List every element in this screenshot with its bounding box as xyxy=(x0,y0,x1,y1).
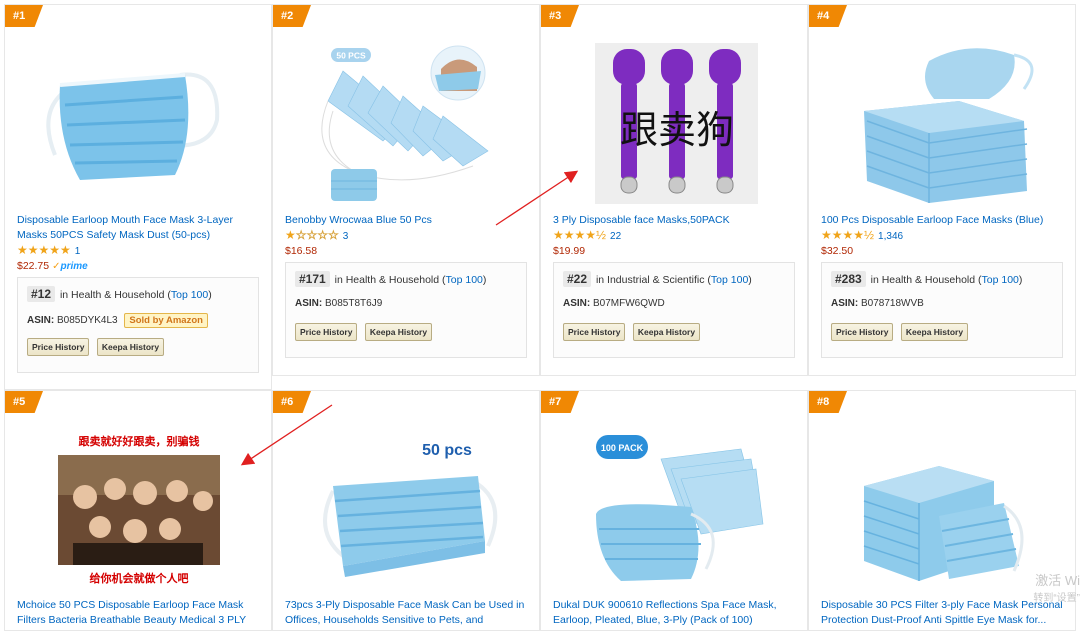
stats-box: #22 in Industrial & Scientific (Top 100)… xyxy=(553,262,795,358)
asin-line: ASIN: B07MFW6QWD xyxy=(563,298,665,309)
mask-pack-image[interactable]: 100 PACK xyxy=(541,429,807,591)
product-grid: #1 Disposable Earloop Mouth Face Mask 3-… xyxy=(0,0,1080,631)
rating-row: ★★★★½ 1,346 xyxy=(821,228,903,242)
product-title[interactable]: 100 Pcs Disposable Earloop Face Masks (B… xyxy=(821,213,1063,228)
blue-surgical-mask-image[interactable] xyxy=(5,45,271,195)
review-count[interactable]: 1,346 xyxy=(878,231,903,242)
price: $32.50 xyxy=(821,245,854,257)
product-card[interactable]: #3 跟卖狗 3 Ply Disposable face Masks,50PAC… xyxy=(540,4,808,376)
product-title[interactable]: Benobby Wrocwaa Blue 50 Pcs xyxy=(285,213,527,228)
product-title[interactable]: 3 Ply Disposable face Masks,50PACK xyxy=(553,213,795,228)
asin-value: B085DYK4L3 xyxy=(57,315,118,326)
rating-row: ★☆☆☆☆ 3 xyxy=(285,228,349,243)
product-title[interactable]: Disposable 30 PCS Filter 3-ply Face Mask… xyxy=(821,598,1063,628)
price: $16.58 xyxy=(285,245,318,257)
top100-link[interactable]: Top 100 xyxy=(446,274,483,286)
rank-tag: #1 xyxy=(5,5,43,27)
star-rating: ★★★★½ xyxy=(553,228,607,242)
image-bottom-text: 给你机会就做个人吧 xyxy=(90,571,189,585)
keepa-history-button[interactable]: Keepa History xyxy=(364,323,433,341)
sales-rank: #283 in Health & Household (Top 100) xyxy=(831,271,1053,289)
star-rating: ★☆☆☆☆ xyxy=(285,228,339,243)
purple-wand-image[interactable]: 跟卖狗 xyxy=(541,43,807,205)
image-top-text: 跟卖就好好跟卖，别骗钱 xyxy=(79,434,200,448)
price-history-button[interactable]: Price History xyxy=(831,323,894,341)
image-label: 50 PCS xyxy=(336,51,366,61)
product-card[interactable]: #5 跟卖就好好跟卖，别骗钱 给你机会就做个人吧 Mchoice 50 PCS … xyxy=(4,390,272,631)
price-history-button[interactable]: Price History xyxy=(295,323,358,341)
image-label: 50 pcs xyxy=(422,442,472,459)
asin-value: B078718WVB xyxy=(861,298,924,309)
sales-rank: #12 in Health & Household (Top 100) xyxy=(27,286,249,304)
rating-row: ★★★★★ 1 xyxy=(17,243,80,257)
rating-row: ★★★★½ 22 xyxy=(553,228,621,242)
top100-link[interactable]: Top 100 xyxy=(171,289,208,301)
product-title[interactable]: Disposable Earloop Mouth Face Mask 3-Lay… xyxy=(17,213,259,243)
stats-box: #171 in Health & Household (Top 100) ASI… xyxy=(285,262,527,358)
price-history-button[interactable]: Price History xyxy=(27,338,90,356)
price: $22.75 xyxy=(17,260,50,272)
group-photo-image[interactable]: 跟卖就好好跟卖，别骗钱 给你机会就做个人吧 xyxy=(5,431,271,591)
top100-link[interactable]: Top 100 xyxy=(711,274,748,286)
rank-tag: #5 xyxy=(5,391,43,413)
top100-link[interactable]: Top 100 xyxy=(982,274,1019,286)
rank-tag: #3 xyxy=(541,5,579,27)
image-text: 跟卖狗 xyxy=(620,108,734,152)
review-count[interactable]: 3 xyxy=(343,231,349,242)
product-card[interactable]: #6 50 pcs 73pcs 3-Ply Disposable Face Ma… xyxy=(272,390,540,631)
keepa-history-button[interactable]: Keepa History xyxy=(900,323,969,341)
product-title[interactable]: Mchoice 50 PCS Disposable Earloop Face M… xyxy=(17,598,259,628)
asin-value: B07MFW6QWD xyxy=(593,298,665,309)
price: $19.99 xyxy=(553,245,586,257)
product-title[interactable]: 73pcs 3-Ply Disposable Face Mask Can be … xyxy=(285,598,527,630)
review-count[interactable]: 22 xyxy=(610,231,621,242)
image-label: 100 PACK xyxy=(601,443,644,453)
rank-tag: #7 xyxy=(541,391,579,413)
keepa-history-button[interactable]: Keepa History xyxy=(632,323,701,341)
product-card[interactable]: #4 100 Pcs Disposable Earloop Face Masks… xyxy=(808,4,1076,376)
product-card[interactable]: #7 100 PACK Dukal DUK 900610 Reflections… xyxy=(540,390,808,631)
product-title[interactable]: Dukal DUK 900610 Reflections Spa Face Ma… xyxy=(553,598,795,628)
sold-by-badge: Sold by Amazon xyxy=(124,313,208,328)
stats-box: #12 in Health & Household (Top 100) ASIN… xyxy=(17,277,259,373)
sales-rank: #22 in Industrial & Scientific (Top 100) xyxy=(563,271,785,289)
rank-tag: #4 xyxy=(809,5,847,27)
prime-badge: ✓prime xyxy=(52,261,88,272)
keepa-history-button[interactable]: Keepa History xyxy=(96,338,165,356)
rank-tag: #8 xyxy=(809,391,847,413)
asin-value: B085T8T6J9 xyxy=(325,298,383,309)
rank-tag: #6 xyxy=(273,391,311,413)
asin-line: ASIN: B078718WVB xyxy=(831,298,924,309)
asin-line: ASIN: B085DYK4L3 Sold by Amazon xyxy=(27,313,249,328)
review-count[interactable]: 1 xyxy=(75,246,81,257)
mask-stack-image[interactable]: 50 pcs xyxy=(273,431,539,591)
star-rating: ★★★★½ xyxy=(821,228,875,242)
mask-box-image[interactable] xyxy=(809,41,1075,209)
star-rating: ★★★★★ xyxy=(17,243,71,257)
fanned-masks-image[interactable]: 50 PCS xyxy=(273,41,539,211)
product-card[interactable]: #1 Disposable Earloop Mouth Face Mask 3-… xyxy=(4,4,272,390)
price-history-button[interactable]: Price History xyxy=(563,323,626,341)
rank-tag: #2 xyxy=(273,5,311,27)
windows-activation-watermark: 激活 Wi 转到“设置” xyxy=(1033,573,1080,604)
asin-line: ASIN: B085T8T6J9 xyxy=(295,298,383,309)
sales-rank: #171 in Health & Household (Top 100) xyxy=(295,271,517,289)
price-row: $22.75 ✓prime xyxy=(17,260,88,272)
stats-box: #283 in Health & Household (Top 100) ASI… xyxy=(821,262,1063,358)
product-card[interactable]: #2 50 PCS Benobby Wrocwaa Blue 50 Pcs ★☆… xyxy=(272,4,540,376)
mask-box-open-image[interactable] xyxy=(809,431,1075,591)
